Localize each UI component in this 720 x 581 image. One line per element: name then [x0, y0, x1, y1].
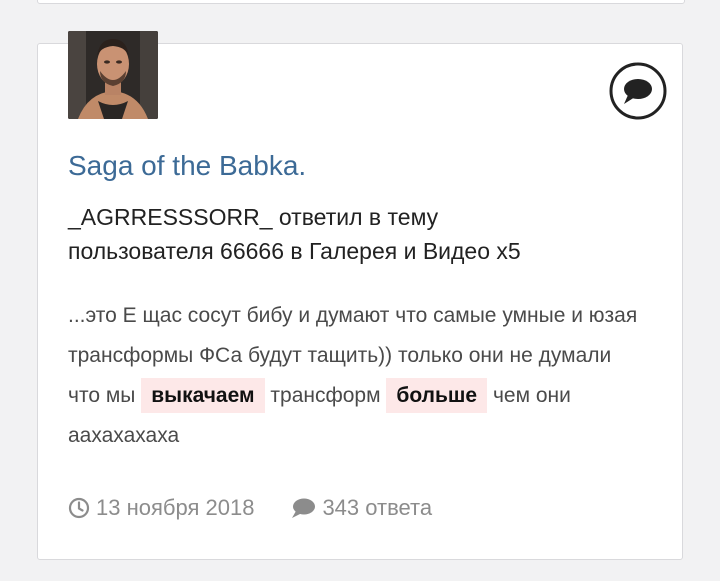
- replies-text: 343 ответа: [322, 495, 433, 520]
- activity-line-1: _AGRRESSSORR_ ответил в тему: [68, 204, 439, 230]
- activity-line-2: пользователя 66666 в Галерея и Видео x5: [68, 238, 521, 264]
- post-meta: 13 ноября 2018 343 ответа: [68, 495, 432, 521]
- post-date: 13 ноября 2018: [68, 495, 254, 521]
- speech-bubble-icon: [609, 62, 667, 120]
- activity-card: Saga of the Babka. _AGRRESSSORR_ ответил…: [37, 31, 683, 560]
- clock-icon: [68, 497, 90, 519]
- date-text: 13 ноября 2018: [96, 495, 255, 520]
- search-highlight: выкачаем: [141, 378, 265, 413]
- topic-title[interactable]: Saga of the Babka.: [68, 150, 306, 182]
- search-highlight: больше: [386, 378, 488, 413]
- post-snippet: ...это Е щас сосут бибу и думают что сам…: [68, 296, 638, 456]
- activity-description: _AGRRESSSORR_ ответил в тему пользовател…: [68, 200, 658, 268]
- comment-icon: [292, 498, 316, 518]
- avatar-photo: [68, 31, 158, 119]
- previous-card-edge: [37, 0, 685, 4]
- snippet-text-2: трансформ: [270, 384, 381, 407]
- avatar[interactable]: [68, 31, 158, 119]
- reply-count[interactable]: 343 ответа: [290, 495, 432, 521]
